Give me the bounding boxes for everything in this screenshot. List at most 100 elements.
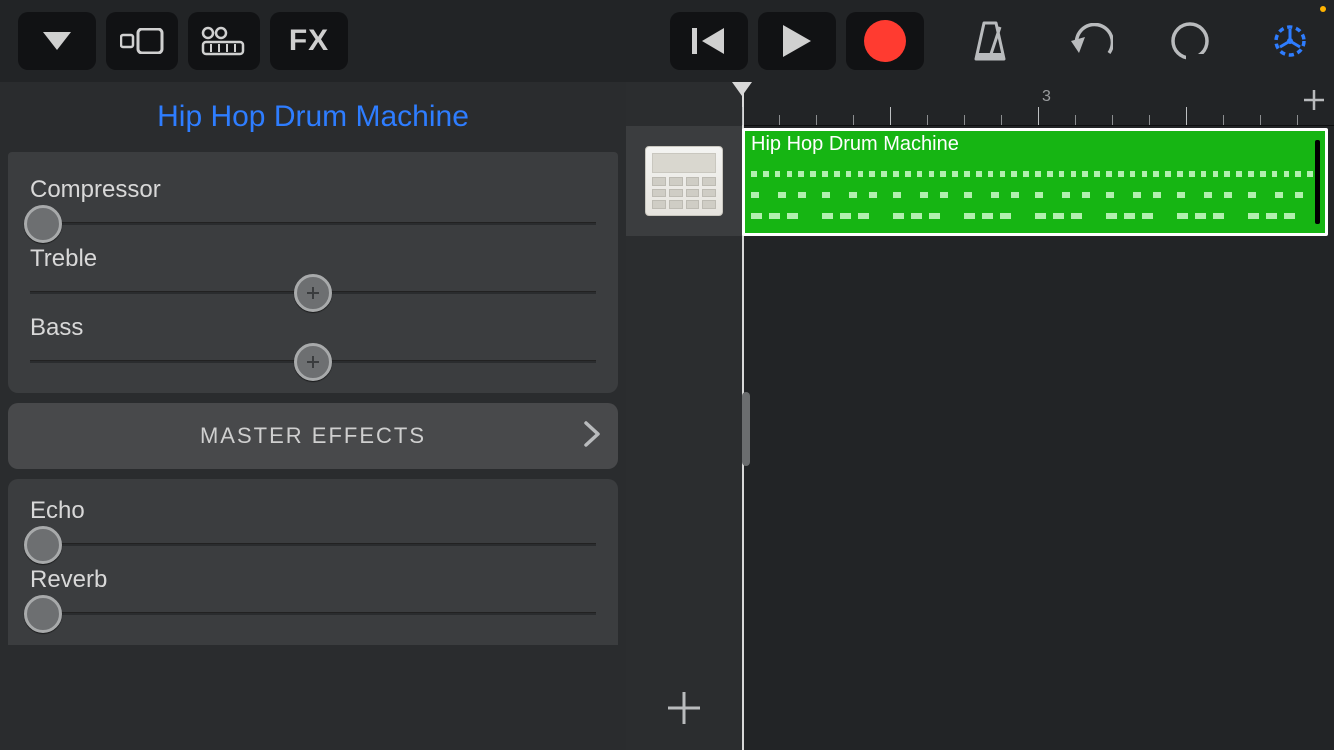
arrangement-area: 357 Hip Hop Drum Machine	[626, 82, 1334, 750]
view-mode-icon	[120, 28, 164, 54]
plus-icon	[1302, 88, 1326, 112]
ruler-tick-minor	[853, 115, 854, 125]
midi-note	[1295, 192, 1303, 198]
midi-note	[1201, 171, 1207, 177]
midi-note	[1204, 192, 1212, 198]
midi-note	[1213, 171, 1219, 177]
slider-compressor: Compressor	[30, 176, 596, 225]
main-area: Hip Hop Drum Machine Compressor Treble B…	[0, 82, 1334, 750]
midi-note	[1248, 213, 1259, 219]
compressor-slider[interactable]	[30, 222, 596, 225]
midi-note	[1153, 171, 1159, 177]
note-row	[751, 192, 1319, 198]
ruler-tick-major	[890, 107, 891, 125]
midi-note	[1177, 213, 1188, 219]
timeline-area[interactable]: 357 Hip Hop Drum Machine	[742, 82, 1334, 750]
midi-region[interactable]: Hip Hop Drum Machine	[742, 128, 1328, 236]
ruler-tick-major	[742, 107, 743, 125]
dropdown-button[interactable]	[18, 12, 96, 70]
midi-note	[1177, 171, 1183, 177]
midi-note	[1023, 171, 1029, 177]
region-handle-right[interactable]	[1315, 140, 1320, 224]
midi-note	[769, 213, 780, 219]
midi-note	[1062, 192, 1070, 198]
midi-note	[822, 171, 828, 177]
midi-note	[1189, 171, 1195, 177]
ruler-tick-minor	[1149, 115, 1150, 125]
midi-note	[810, 171, 816, 177]
add-region-button[interactable]	[1302, 88, 1326, 117]
play-button[interactable]	[758, 12, 836, 70]
mixer-button[interactable]	[188, 12, 260, 70]
note-row	[751, 213, 1319, 219]
midi-note	[751, 192, 759, 198]
dropdown-icon	[43, 32, 71, 50]
slider-knob[interactable]	[24, 526, 62, 564]
track-header[interactable]	[626, 126, 742, 236]
midi-note	[1272, 171, 1278, 177]
midi-note	[1000, 171, 1006, 177]
slider-label: Reverb	[30, 566, 596, 594]
slider-knob[interactable]	[24, 595, 62, 633]
fx-button[interactable]: FX	[270, 12, 348, 70]
master-effects-row[interactable]: MASTER EFFECTS	[8, 403, 618, 469]
eq-section: Compressor Treble Bass	[8, 162, 618, 393]
midi-note	[787, 213, 798, 219]
midi-note	[787, 171, 793, 177]
midi-note	[940, 171, 946, 177]
midi-note	[1071, 213, 1082, 219]
slider-label: Echo	[30, 497, 596, 525]
midi-note	[869, 171, 875, 177]
midi-note	[1284, 171, 1290, 177]
midi-note	[834, 171, 840, 177]
midi-note	[775, 171, 781, 177]
midi-note	[1260, 171, 1266, 177]
panel-title[interactable]: Hip Hop Drum Machine	[0, 82, 626, 152]
vertical-scroll-indicator[interactable]	[742, 392, 750, 466]
settings-button[interactable]	[1264, 15, 1316, 67]
midi-note	[1295, 171, 1301, 177]
midi-note	[763, 171, 769, 177]
slider-knob[interactable]	[294, 274, 332, 312]
treble-slider[interactable]	[30, 291, 596, 294]
undo-button[interactable]	[1064, 15, 1116, 67]
midi-note	[1142, 171, 1148, 177]
midi-note	[1106, 192, 1114, 198]
metronome-button[interactable]	[964, 15, 1016, 67]
bass-slider[interactable]	[30, 360, 596, 363]
midi-note	[1165, 171, 1171, 177]
midi-note	[1236, 171, 1242, 177]
track-settings-panel: Hip Hop Drum Machine Compressor Treble B…	[0, 82, 626, 750]
midi-notes	[751, 163, 1319, 227]
loop-icon	[1169, 20, 1211, 62]
ruler-tick-minor	[964, 115, 965, 125]
record-button[interactable]	[846, 12, 924, 70]
midi-note	[1142, 213, 1153, 219]
midi-note	[1224, 171, 1230, 177]
rewind-button[interactable]	[670, 12, 748, 70]
midi-note	[1011, 171, 1017, 177]
master-effects-label: MASTER EFFECTS	[200, 423, 426, 449]
ruler[interactable]: 357	[742, 82, 1334, 126]
top-toolbar: FX	[0, 0, 1334, 82]
midi-note	[778, 192, 786, 198]
slider-knob[interactable]	[294, 343, 332, 381]
midi-note	[1130, 171, 1136, 177]
reverb-slider[interactable]	[30, 612, 596, 615]
midi-note	[940, 192, 948, 198]
midi-note	[1118, 171, 1124, 177]
midi-note	[1082, 171, 1088, 177]
ruler-tick-minor	[1223, 115, 1224, 125]
add-track-button[interactable]	[626, 678, 742, 738]
view-mode-button[interactable]	[106, 12, 178, 70]
settings-gear-icon	[1268, 19, 1312, 63]
left-button-group: FX	[18, 12, 358, 70]
slider-knob[interactable]	[24, 205, 62, 243]
echo-slider[interactable]	[30, 543, 596, 546]
midi-note	[1106, 171, 1112, 177]
midi-note	[1071, 171, 1077, 177]
transport-group	[670, 12, 934, 70]
loop-button[interactable]	[1164, 15, 1216, 67]
midi-note	[1153, 192, 1161, 198]
midi-note	[846, 171, 852, 177]
